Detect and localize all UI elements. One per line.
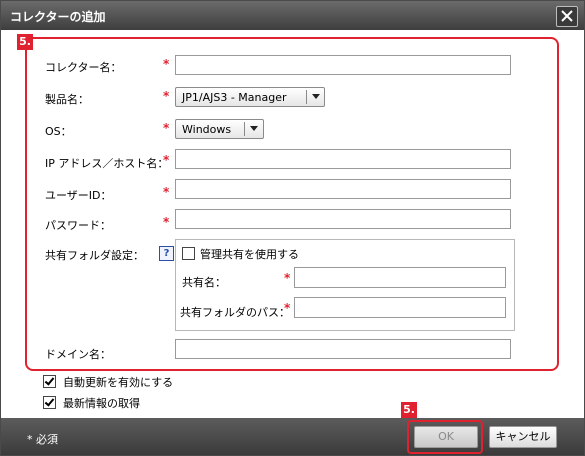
- share-path-input[interactable]: [294, 297, 506, 318]
- close-button[interactable]: [556, 6, 578, 27]
- user-id-input[interactable]: [175, 179, 511, 199]
- shared-folder-label: 共有フォルダ設定：: [45, 249, 144, 262]
- required-note: * 必須: [27, 433, 58, 446]
- dialog-title: コレクターの追加: [10, 10, 106, 24]
- required-mark: *: [284, 301, 291, 315]
- share-name-label: 共有名：: [182, 276, 226, 289]
- share-name-input[interactable]: [294, 267, 506, 288]
- ip-host-label: IP アドレス／ホスト名：: [45, 157, 169, 170]
- ip-host-input[interactable]: [175, 149, 511, 169]
- os-select[interactable]: Windows: [175, 119, 264, 139]
- required-mark: *: [163, 121, 170, 135]
- dialog-footer: * 必須 OK キャンセル: [1, 418, 584, 455]
- select-separator: [244, 122, 245, 136]
- chevron-down-icon: [250, 126, 258, 131]
- select-separator: [306, 90, 307, 104]
- password-input[interactable]: [175, 209, 511, 229]
- product-name-label: 製品名：: [45, 93, 89, 106]
- use-admin-share-checkbox[interactable]: [182, 247, 195, 260]
- required-mark: *: [284, 271, 291, 285]
- product-name-value: JP1/AJS3 - Manager: [182, 91, 287, 104]
- os-value: Windows: [182, 123, 232, 136]
- auto-update-label: 自動更新を有効にする: [63, 376, 174, 389]
- close-icon: [561, 10, 573, 22]
- use-admin-share-label: 管理共有を使用する: [200, 248, 299, 261]
- domain-name-input[interactable]: [175, 339, 511, 359]
- required-mark: *: [163, 215, 170, 229]
- required-mark: *: [163, 89, 170, 103]
- chevron-down-icon: [312, 94, 320, 99]
- fetch-latest-label: 最新情報の取得: [63, 397, 140, 410]
- cancel-button[interactable]: キャンセル: [489, 426, 557, 448]
- callout-badge-form: 5.: [17, 34, 33, 50]
- title-bar: コレクターの追加: [1, 1, 584, 30]
- fetch-latest-checkbox[interactable]: [43, 396, 56, 409]
- shared-folder-group: 管理共有を使用する 共有名： * 共有フォルダのパス： *: [175, 239, 515, 331]
- ok-highlight-frame: [407, 420, 483, 454]
- collector-name-label: コレクター名：: [45, 61, 122, 74]
- help-icon[interactable]: ?: [159, 246, 174, 261]
- required-mark: *: [163, 185, 170, 199]
- product-name-select[interactable]: JP1/AJS3 - Manager: [175, 87, 325, 107]
- domain-name-label: ドメイン名：: [45, 348, 111, 361]
- required-mark: *: [163, 153, 170, 167]
- collector-name-input[interactable]: [175, 55, 511, 75]
- auto-update-checkbox[interactable]: [43, 375, 56, 388]
- share-path-label: 共有フォルダのパス：: [180, 306, 290, 319]
- os-label: OS：: [45, 125, 72, 138]
- required-mark: *: [163, 57, 170, 71]
- password-label: パスワード：: [45, 219, 111, 232]
- add-collector-dialog: コレクターの追加 5. コレクター名： * 製品名： * JP1/AJS3 - …: [0, 0, 585, 456]
- callout-badge-ok: 5.: [401, 402, 417, 418]
- user-id-label: ユーザーID：: [45, 189, 112, 202]
